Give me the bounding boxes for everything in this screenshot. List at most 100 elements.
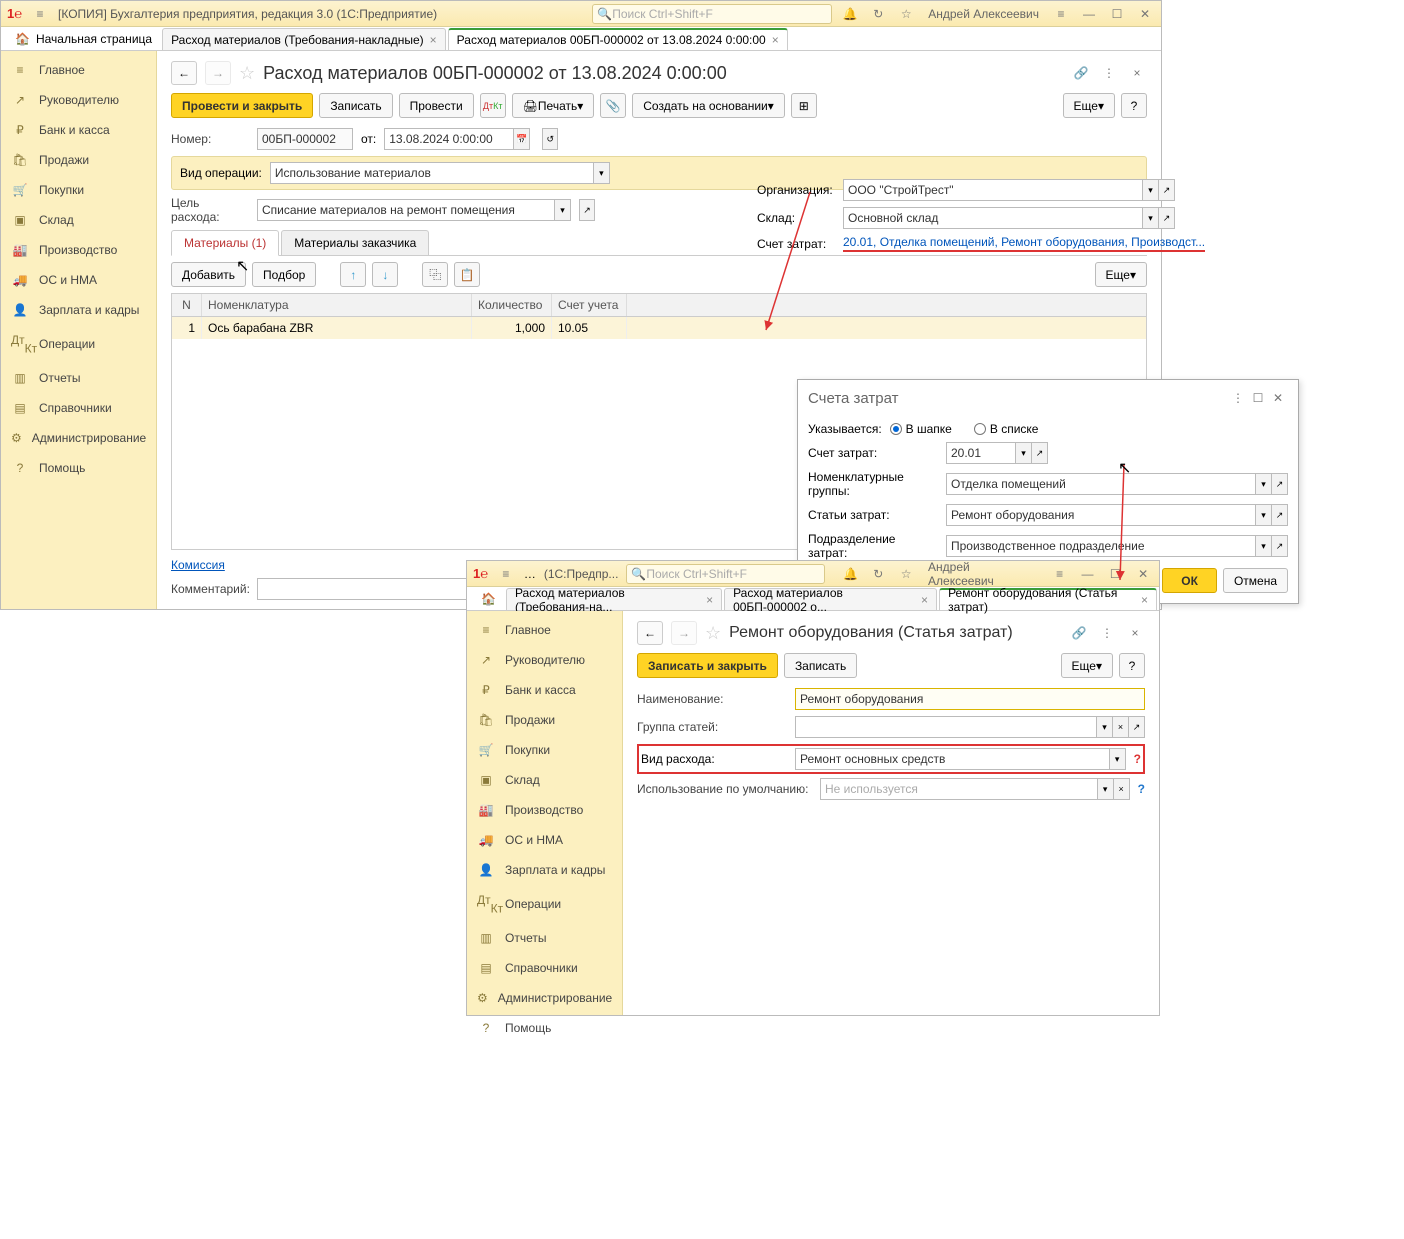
favorite-icon[interactable]: ☆ <box>705 623 721 644</box>
back-button[interactable]: ← <box>637 621 663 645</box>
calendar-icon[interactable]: 📅 <box>514 128 530 150</box>
sidebar-item-bank[interactable]: ₽Банк и касса <box>467 675 622 705</box>
number-input[interactable]: 00БП-000002 <box>257 128 353 150</box>
sidebar-item-help[interactable]: ?Помощь <box>467 1013 622 1043</box>
radio-header[interactable]: В шапке <box>890 422 952 436</box>
open-icon[interactable]: ↗ <box>1032 442 1048 464</box>
tab-close-icon[interactable]: × <box>706 593 713 607</box>
sidebar-item-reports[interactable]: ▥Отчеты <box>1 363 156 393</box>
global-search[interactable]: 🔍 Поиск Ctrl+Shift+F <box>592 4 832 24</box>
sidebar-item-assets[interactable]: 🚚ОС и НМА <box>1 265 156 295</box>
sidebar-item-warehouse[interactable]: ▣Склад <box>467 765 622 795</box>
popup-item-input[interactable]: Ремонт оборудования <box>946 504 1256 526</box>
grp-input[interactable] <box>795 716 1097 738</box>
kind-input[interactable]: Ремонт основных средств <box>795 748 1110 770</box>
link-icon[interactable]: 🔗 <box>1069 623 1089 643</box>
sidebar-item-production[interactable]: 🏭Производство <box>1 235 156 265</box>
dropdown-icon[interactable]: ▾ <box>1143 207 1159 229</box>
tab-close-icon[interactable]: × <box>921 593 928 607</box>
sidebar-item-reports[interactable]: ▥Отчеты <box>467 923 622 953</box>
save-and-close-button[interactable]: Записать и закрыть <box>637 653 778 678</box>
open-icon[interactable]: ↗ <box>1272 473 1288 495</box>
save-button[interactable]: Записать <box>784 653 857 678</box>
tab-list[interactable]: Расход материалов (Требования-накладные)… <box>162 28 446 50</box>
field-help-icon[interactable]: ? <box>1134 752 1141 766</box>
sidebar-item-sales[interactable]: 🛍Продажи <box>1 145 156 175</box>
open-icon[interactable]: ↗ <box>1159 207 1175 229</box>
link-icon[interactable]: 🔗 <box>1071 63 1091 83</box>
attach-button[interactable]: 📎 <box>600 93 626 118</box>
bell-icon[interactable]: 🔔 <box>841 564 861 584</box>
sidebar-item-main[interactable]: ≡Главное <box>467 615 622 645</box>
sidebar-item-bank[interactable]: ₽Банк и касса <box>1 115 156 145</box>
date-input[interactable]: 13.08.2024 0:00:00 <box>384 128 514 150</box>
dropdown-icon[interactable]: ▾ <box>594 162 610 184</box>
use-input[interactable]: Не используется <box>820 778 1098 800</box>
save-button[interactable]: Записать <box>319 93 392 118</box>
open-icon[interactable]: ↗ <box>1272 535 1288 557</box>
close-icon[interactable]: ✕ <box>1135 4 1155 24</box>
move-down-icon[interactable]: ↓ <box>372 262 398 287</box>
forward-button[interactable]: → <box>205 61 231 85</box>
clear-icon[interactable]: × <box>1114 778 1130 800</box>
sidebar-item-operations[interactable]: ДтКтОперации <box>467 885 622 923</box>
open-icon[interactable]: ↗ <box>579 199 595 221</box>
name-input[interactable]: Ремонт оборудования <box>795 688 1145 710</box>
dropdown-icon[interactable]: ▾ <box>1256 504 1272 526</box>
popup-kebab-icon[interactable]: ⋮ <box>1228 388 1248 408</box>
popup-acct-input[interactable]: 20.01 <box>946 442 1016 464</box>
forward-button[interactable]: → <box>671 621 697 645</box>
copy-icon[interactable]: ⿻ <box>422 262 448 287</box>
clear-icon[interactable]: × <box>1113 716 1129 738</box>
subtab-materials[interactable]: Материалы (1) <box>171 230 279 256</box>
dtkt-button[interactable]: ДтКт <box>480 93 506 118</box>
user-name[interactable]: Андрей Алексеевич <box>924 560 1042 588</box>
paste-icon[interactable]: 📋 <box>454 262 480 287</box>
settings-icon[interactable]: ≡ <box>1050 564 1070 584</box>
grid-more-button[interactable]: Еще ▾ <box>1095 262 1147 287</box>
wh-input[interactable]: Основной склад <box>843 207 1143 229</box>
cost-account-link[interactable]: 20.01, Отделка помещений, Ремонт оборудо… <box>843 235 1205 252</box>
maximize-icon[interactable]: ☐ <box>1105 564 1125 584</box>
sidebar-item-catalogs[interactable]: ▤Справочники <box>467 953 622 983</box>
user-name[interactable]: Андрей Алексеевич <box>924 7 1043 21</box>
move-up-icon[interactable]: ↑ <box>340 262 366 287</box>
tab-home[interactable]: 🏠 <box>473 588 504 610</box>
settings-icon[interactable]: ≡ <box>1051 4 1071 24</box>
open-icon[interactable]: ↗ <box>1159 179 1175 201</box>
operation-input[interactable]: Использование материалов <box>270 162 594 184</box>
dropdown-icon[interactable]: ▾ <box>1256 535 1272 557</box>
sidebar-item-hr[interactable]: 👤Зарплата и кадры <box>1 295 156 325</box>
open-icon[interactable]: ↗ <box>1129 716 1145 738</box>
sidebar-item-admin[interactable]: ⚙Администрирование <box>1 423 156 453</box>
popup-cancel-button[interactable]: Отмена <box>1223 568 1288 593</box>
tab-document[interactable]: Расход материалов 00БП-000002 о...× <box>724 588 937 610</box>
menu-icon[interactable]: ≡ <box>30 4 50 24</box>
purpose-input[interactable]: Списание материалов на ремонт помещения <box>257 199 555 221</box>
dropdown-icon[interactable]: ▾ <box>1097 716 1113 738</box>
tab-close-icon[interactable]: × <box>772 33 779 47</box>
tab-close-icon[interactable]: × <box>1141 593 1148 607</box>
favorite-icon[interactable]: ☆ <box>239 63 255 84</box>
tab-cost-item[interactable]: Ремонт оборудования (Статья затрат)× <box>939 588 1157 610</box>
tab-list[interactable]: Расход материалов (Требования-на...× <box>506 588 722 610</box>
table-row[interactable]: 1 Ось барабана ZBR 1,000 10.05 <box>172 317 1146 339</box>
kebab-icon[interactable]: ⋮ <box>1097 623 1117 643</box>
kebab-icon[interactable]: ⋮ <box>1099 63 1119 83</box>
sidebar-item-catalogs[interactable]: ▤Справочники <box>1 393 156 423</box>
radio-list[interactable]: В списке <box>974 422 1039 436</box>
close-icon[interactable]: ✕ <box>1133 564 1153 584</box>
popup-maximize-icon[interactable]: ☐ <box>1248 388 1268 408</box>
history-icon[interactable]: ↻ <box>868 4 888 24</box>
sidebar-item-help[interactable]: ?Помощь <box>1 453 156 483</box>
back-button[interactable]: ← <box>171 61 197 85</box>
popup-div-input[interactable]: Производственное подразделение <box>946 535 1256 557</box>
sidebar-item-purchases[interactable]: 🛒Покупки <box>1 175 156 205</box>
dropdown-icon[interactable]: ▾ <box>555 199 571 221</box>
menu-icon[interactable]: ≡ <box>496 564 516 584</box>
more-button[interactable]: Еще ▾ <box>1061 653 1113 678</box>
sidebar-item-sales[interactable]: 🛍Продажи <box>467 705 622 735</box>
sidebar-item-admin[interactable]: ⚙Администрирование <box>467 983 622 1013</box>
sidebar-item-purchases[interactable]: 🛒Покупки <box>467 735 622 765</box>
tab-home[interactable]: 🏠 Начальная страница <box>7 28 160 50</box>
